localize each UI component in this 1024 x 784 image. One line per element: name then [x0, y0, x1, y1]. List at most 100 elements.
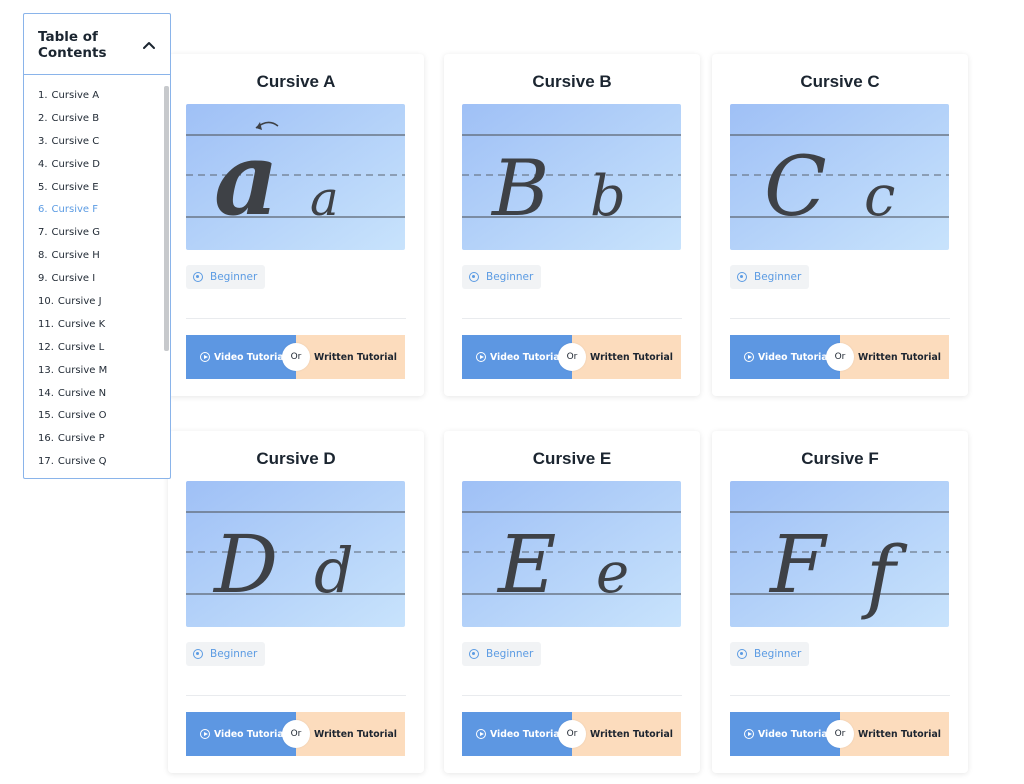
letter-card: Cursive C C c Beginner Video Tutorial Wr… — [712, 54, 968, 396]
video-tutorial-button[interactable]: Video Tutorial — [186, 712, 296, 756]
toc-list: 1. Cursive A 2. Cursive B 3. Cursive C 4. Cu… — [24, 75, 170, 478]
toc-item[interactable]: 4. Cursive D — [38, 159, 170, 182]
card-title: Cursive F — [801, 449, 879, 468]
card-divider — [730, 695, 950, 696]
toc-item[interactable]: 1. Cursive A — [38, 90, 170, 113]
written-tutorial-button[interactable]: Written Tutorial — [296, 335, 405, 379]
video-tutorial-button[interactable]: Video Tutorial — [730, 335, 840, 379]
toc-item[interactable]: 10. Cursive J — [38, 296, 170, 319]
play-icon — [200, 352, 210, 362]
play-icon — [744, 729, 754, 739]
written-tutorial-button[interactable]: Written Tutorial — [572, 335, 681, 379]
level-badge: Beginner — [186, 642, 266, 666]
uppercase-letter: E — [496, 518, 556, 611]
toc-item[interactable]: 6. Cursive F — [38, 204, 170, 227]
tutorial-buttons: Video Tutorial Written Tutorial Or — [462, 712, 681, 756]
level-dot-icon — [737, 649, 747, 659]
or-badge: Or — [282, 720, 310, 748]
lowercase-letter: d — [314, 534, 354, 607]
letter-illustration[interactable]: E e — [462, 481, 681, 627]
video-tutorial-button[interactable]: Video Tutorial — [462, 335, 572, 379]
written-tutorial-button[interactable]: Written Tutorial — [840, 335, 949, 379]
toc-item[interactable]: 8. Cursive H — [38, 250, 170, 273]
toc-title: Table of Contents — [38, 29, 107, 61]
level-badge: Beginner — [186, 265, 266, 289]
toc-item[interactable]: 7. Cursive G — [38, 227, 170, 250]
toc-item[interactable]: 3. Cursive C — [38, 136, 170, 159]
video-tutorial-button[interactable]: Video Tutorial — [730, 712, 840, 756]
level-dot-icon — [737, 272, 747, 282]
play-icon — [476, 352, 486, 362]
letter-illustration[interactable]: F f — [730, 481, 949, 627]
lowercase-letter: c — [864, 164, 895, 229]
written-tutorial-button[interactable]: Written Tutorial — [572, 712, 681, 756]
card-divider — [462, 318, 682, 319]
lowercase-letter: e — [596, 541, 629, 606]
letter-illustration[interactable]: a a — [186, 104, 405, 250]
card-divider — [462, 695, 682, 696]
level-badge: Beginner — [730, 265, 810, 289]
card-title: Cursive A — [256, 72, 336, 91]
written-tutorial-button[interactable]: Written Tutorial — [296, 712, 405, 756]
toc-item[interactable]: 13. Cursive M — [38, 365, 170, 388]
lowercase-letter: b — [590, 164, 626, 229]
level-dot-icon — [193, 649, 203, 659]
uppercase-letter: a — [214, 120, 279, 238]
table-of-contents: Table of Contents 1. Cursive A 2. Cursive … — [23, 13, 171, 479]
play-icon — [476, 729, 486, 739]
toc-header[interactable]: Table of Contents — [24, 14, 170, 75]
written-tutorial-button[interactable]: Written Tutorial — [840, 712, 949, 756]
toc-item[interactable]: 11. Cursive K — [38, 319, 170, 342]
level-badge: Beginner — [462, 265, 542, 289]
play-icon — [744, 352, 754, 362]
toc-scrollbar[interactable] — [164, 76, 169, 478]
level-badge: Beginner — [730, 642, 810, 666]
uppercase-letter: C — [764, 140, 827, 235]
lowercase-letter: a — [310, 171, 339, 227]
play-icon — [200, 729, 210, 739]
letter-illustration[interactable]: D d — [186, 481, 405, 627]
toc-item[interactable]: 15. Cursive O — [38, 410, 170, 433]
or-badge: Or — [558, 720, 586, 748]
tutorial-buttons: Video Tutorial Written Tutorial Or — [730, 335, 949, 379]
card-title: Cursive B — [532, 72, 612, 91]
video-tutorial-button[interactable]: Video Tutorial — [462, 712, 572, 756]
toc-item[interactable]: 5. Cursive E — [38, 182, 170, 205]
toc-item[interactable]: 14. Cursive N — [38, 388, 170, 411]
card-title: Cursive E — [532, 449, 612, 468]
letter-illustration[interactable]: C c — [730, 104, 949, 250]
video-tutorial-button[interactable]: Video Tutorial — [186, 335, 296, 379]
level-badge: Beginner — [462, 642, 542, 666]
level-dot-icon — [193, 272, 203, 282]
card-divider — [186, 318, 406, 319]
or-badge: Or — [826, 343, 854, 371]
uppercase-letter: B — [490, 144, 549, 234]
tutorial-buttons: Video Tutorial Written Tutorial Or — [186, 712, 405, 756]
tutorial-buttons: Video Tutorial Written Tutorial Or — [730, 712, 949, 756]
toc-item[interactable]: 16. Cursive P — [38, 433, 170, 456]
uppercase-letter: D — [212, 518, 278, 611]
card-divider — [186, 695, 406, 696]
toc-item[interactable]: 2. Cursive B — [38, 113, 170, 136]
card-title: Cursive D — [256, 449, 336, 468]
card-title: Cursive C — [800, 72, 880, 91]
chevron-up-icon[interactable] — [142, 38, 156, 52]
letter-card: Cursive B B b Beginner Video Tutorial Wr… — [444, 54, 700, 396]
letter-card: Cursive F F f Beginner Video Tutorial Wr… — [712, 431, 968, 773]
uppercase-letter: F — [768, 518, 828, 611]
level-dot-icon — [469, 649, 479, 659]
letter-card: Cursive D D d Beginner Video Tutorial Wr… — [168, 431, 424, 773]
toc-item[interactable]: 9. Cursive I — [38, 273, 170, 296]
toc-item[interactable]: 12. Cursive L — [38, 342, 170, 365]
or-badge: Or — [558, 343, 586, 371]
or-badge: Or — [826, 720, 854, 748]
letter-card: Cursive A a a Beginner Video Tutorial Wr… — [168, 54, 424, 396]
toc-scroll-thumb[interactable] — [164, 86, 169, 351]
toc-item[interactable]: 17. Cursive Q — [38, 456, 170, 478]
tutorial-buttons: Video Tutorial Written Tutorial Or — [186, 335, 405, 379]
level-dot-icon — [469, 272, 479, 282]
tutorial-buttons: Video Tutorial Written Tutorial Or — [462, 335, 681, 379]
card-divider — [730, 318, 950, 319]
letter-illustration[interactable]: B b — [462, 104, 681, 250]
or-badge: Or — [282, 343, 310, 371]
